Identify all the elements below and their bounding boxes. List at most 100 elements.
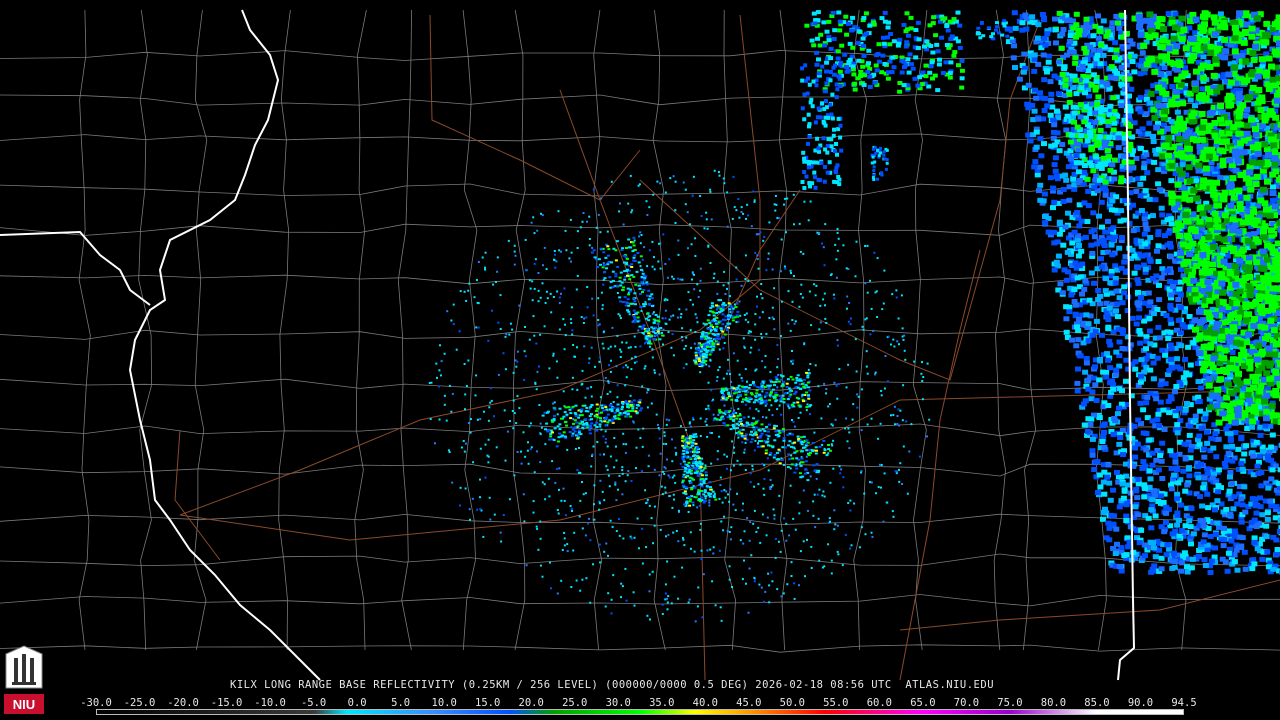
radar-echo-pixel <box>860 429 863 432</box>
radar-echo-pixel <box>523 350 526 353</box>
radar-echo-pixel <box>569 318 572 321</box>
radar-echo-pixel <box>809 475 812 478</box>
radar-echo-pixel <box>1158 275 1165 281</box>
radar-echo-pixel <box>834 523 837 526</box>
radar-echo-pixel <box>744 433 748 436</box>
radar-echo-pixel <box>699 195 702 197</box>
radar-echo-pixel <box>706 549 709 552</box>
radar-echo-pixel <box>735 321 738 323</box>
radar-echo-pixel <box>849 323 852 326</box>
radar-echo-pixel <box>747 321 750 324</box>
radar-echo-pixel <box>743 346 746 349</box>
radar-echo-pixel <box>697 491 700 494</box>
radar-echo-pixel <box>901 483 904 485</box>
radar-echo-pixel <box>815 449 818 452</box>
radar-echo-pixel <box>880 389 883 392</box>
radar-echo-pixel <box>922 376 925 378</box>
radar-echo-pixel <box>525 268 527 271</box>
radar-echo-pixel <box>1265 485 1272 491</box>
radar-echo-pixel <box>769 486 772 489</box>
radar-echo-pixel <box>771 445 775 448</box>
radar-echo-pixel <box>581 426 585 429</box>
radar-echo-pixel <box>1182 357 1189 362</box>
radar-echo-pixel <box>1148 525 1155 531</box>
radar-echo-pixel <box>609 455 612 458</box>
radar-echo-pixel <box>590 251 594 254</box>
radar-echo-pixel <box>1092 364 1098 370</box>
radar-echo-pixel <box>683 544 686 547</box>
radar-echo-pixel <box>1123 502 1130 508</box>
radar-echo-pixel <box>670 315 673 318</box>
radar-echo-pixel <box>539 520 542 523</box>
radar-echo-pixel <box>1060 199 1067 204</box>
radar-echo-pixel <box>882 520 885 523</box>
radar-echo-pixel <box>755 426 758 429</box>
radar-echo-pixel <box>1174 491 1181 497</box>
radar-echo-pixel <box>666 608 669 611</box>
radar-echo-pixel <box>1088 270 1095 276</box>
radar-echo-pixel <box>759 434 763 437</box>
radar-echo-pixel <box>756 305 758 308</box>
radar-echo-pixel <box>605 465 608 468</box>
radar-echo-pixel <box>624 567 627 570</box>
radar-echo-pixel <box>641 527 644 530</box>
radar-echo-pixel <box>694 351 698 354</box>
radar-echo-pixel <box>686 474 690 477</box>
radar-echo-pixel <box>605 542 608 545</box>
radar-echo-pixel <box>1045 53 1052 59</box>
radar-echo-pixel <box>610 180 613 183</box>
radar-echo-pixel <box>703 491 707 494</box>
radar-echo-pixel <box>802 540 805 543</box>
radar-echo-pixel <box>762 239 765 242</box>
radar-echo-pixel <box>552 352 555 355</box>
radar-echo-pixel <box>751 434 755 437</box>
radar-echo-pixel <box>1038 153 1045 159</box>
radar-echo-pixel <box>778 394 782 397</box>
radar-echo-pixel <box>689 425 692 428</box>
radar-echo-pixel <box>1116 441 1123 447</box>
radar-echo-pixel <box>818 232 821 234</box>
radar-echo-pixel <box>1114 301 1121 307</box>
radar-echo-pixel <box>579 499 582 502</box>
radar-echo-pixel <box>555 360 558 363</box>
radar-echo-pixel <box>740 377 743 380</box>
radar-echo-pixel <box>483 410 485 413</box>
radar-echo-pixel <box>634 283 638 286</box>
radar-echo-pixel <box>805 449 809 452</box>
radar-echo-pixel <box>839 472 842 475</box>
radar-echo-pixel <box>760 423 764 426</box>
radar-echo-pixel <box>1037 182 1044 188</box>
radar-echo-pixel <box>791 319 794 321</box>
radar-echo-pixel <box>763 493 766 496</box>
radar-echo-pixel <box>588 215 591 218</box>
radar-echo-pixel <box>723 342 726 344</box>
radar-echo-pixel <box>690 488 694 491</box>
radar-echo-pixel <box>586 410 590 413</box>
radar-echo-pixel <box>638 325 642 328</box>
radar-echo-pixel <box>790 561 793 564</box>
radar-echo-pixel <box>531 299 534 302</box>
radar-echo-pixel <box>1208 436 1215 442</box>
radar-echo-pixel <box>572 549 575 552</box>
radar-echo-pixel <box>746 380 748 383</box>
radar-echo-pixel <box>645 200 648 203</box>
radar-echo-pixel <box>808 405 812 408</box>
radar-echo-pixel <box>653 329 657 331</box>
radar-echo-pixel <box>751 464 754 467</box>
radar-echo-pixel <box>671 333 674 336</box>
radar-echo-pixel <box>1102 288 1109 294</box>
radar-echo-pixel <box>791 403 795 406</box>
radar-echo-pixel <box>842 486 845 489</box>
radar-echo-pixel <box>1121 259 1128 265</box>
radar-echo-pixel <box>685 447 689 450</box>
radar-echo-pixel <box>589 601 592 604</box>
radar-echo-pixel <box>774 430 778 433</box>
radar-echo-pixel <box>770 380 773 383</box>
radar-echo-pixel <box>641 385 644 388</box>
radar-echo-pixel <box>864 282 867 285</box>
radar-echo-pixel <box>1142 241 1149 247</box>
radar-echo-pixel <box>1082 234 1089 240</box>
radar-echo-pixel <box>642 278 646 281</box>
radar-echo-pixel <box>755 392 759 395</box>
radar-echo-pixel <box>1274 547 1280 552</box>
